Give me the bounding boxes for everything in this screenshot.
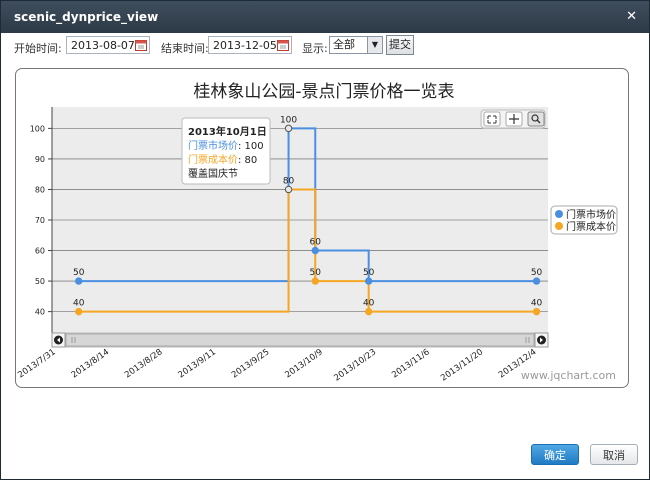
data-label: 80: [283, 176, 295, 186]
data-point[interactable]: [532, 307, 541, 316]
x-tick-label: 2013/10/9: [283, 347, 324, 380]
fit-to-screen-icon[interactable]: [483, 111, 501, 127]
data-label: 50: [531, 268, 543, 278]
data-point[interactable]: [284, 185, 293, 194]
tooltip-market-label: 门票市场价: [188, 139, 238, 152]
calendar-icon[interactable]: [277, 39, 289, 51]
chart-container: 桂林象山公园-景点门票价格一览表 40 50 60 70 80 90 100 50 100 60…: [15, 68, 629, 388]
y-tick-label: 90: [35, 155, 45, 164]
calendar-icon[interactable]: [135, 39, 147, 51]
y-tick-label: 50: [35, 277, 45, 286]
tooltip-title: 2013年10月1日: [188, 125, 267, 138]
end-date-label: 结束时间:: [161, 42, 209, 55]
y-tick-label: 40: [35, 308, 45, 317]
scroll-right-icon[interactable]: [534, 332, 549, 348]
data-label: 40: [531, 299, 543, 309]
end-date-field[interactable]: 2013-12-05: [208, 36, 292, 54]
tooltip-cost-value: : 80: [238, 155, 257, 166]
submit-button[interactable]: 提交: [386, 35, 414, 55]
y-tick-label: 60: [35, 247, 45, 256]
dialog-footer: 确定 取消: [1, 431, 649, 479]
legend-label-cost-price: 门票成本价: [566, 220, 616, 233]
data-point[interactable]: [364, 277, 373, 285]
data-label: 50: [363, 268, 375, 278]
x-tick-label: 2013/8/28: [123, 347, 164, 380]
data-label: 40: [363, 299, 375, 309]
svg-text:门票市场价: 100: 门票市场价: 100: [188, 139, 264, 152]
x-tick-label: 2013/7/31: [16, 347, 57, 380]
horizontal-scrollbar[interactable]: [51, 332, 549, 348]
end-date-value: 2013-12-05: [213, 39, 277, 52]
data-label: 40: [73, 299, 85, 309]
y-tick-label: 100: [30, 124, 45, 133]
x-tick-label: 2013/8/14: [70, 347, 111, 380]
data-point[interactable]: [364, 307, 373, 316]
start-date-label: 开始时间:: [14, 42, 62, 55]
data-point[interactable]: [311, 277, 319, 285]
display-select-value: 全部: [333, 38, 355, 51]
data-point[interactable]: [311, 246, 319, 255]
chart-legend: 门票市场价 门票成本价: [550, 205, 618, 235]
data-point[interactable]: [284, 124, 293, 133]
data-label: 100: [280, 115, 297, 125]
y-tick-label: 70: [35, 216, 45, 225]
data-label: 50: [310, 268, 322, 278]
cancel-button[interactable]: 取消: [590, 444, 638, 465]
start-date-value: 2013-08-07: [71, 39, 135, 52]
data-point[interactable]: [75, 307, 83, 316]
chart-tooltip: 2013年10月1日 门票市场价: 100 门票成本价: 80 覆盖国庆节: [181, 117, 271, 185]
chevron-down-icon[interactable]: ▼: [367, 37, 382, 53]
close-icon[interactable]: ✕: [626, 9, 637, 24]
tooltip-cost-label: 门票成本价: [188, 153, 238, 166]
data-point[interactable]: [75, 277, 83, 285]
tooltip-note: 覆盖国庆节: [188, 167, 238, 180]
svg-text:门票成本价: 80: 门票成本价: 80: [188, 153, 257, 166]
display-label: 显示:: [302, 42, 328, 55]
watermark: www.jqchart.com: [521, 369, 616, 382]
data-point[interactable]: [532, 277, 541, 285]
legend-label-market-price: 门票市场价: [566, 208, 616, 221]
price-chart: 桂林象山公园-景点门票价格一览表 40 50 60 70 80 90 100 50 100 60…: [16, 82, 618, 384]
zoom-toolbar: [480, 109, 546, 129]
zoom-icon[interactable]: [527, 111, 545, 127]
scroll-left-icon[interactable]: [51, 332, 66, 348]
data-label: 50: [73, 268, 85, 278]
filter-toolbar: 开始时间: 2013-08-07 结束时间: 2013-12-05 显示: 全部…: [1, 33, 649, 61]
title-bar: scenic_dynprice_view ✕: [1, 1, 649, 33]
start-date-field[interactable]: 2013-08-07: [66, 36, 150, 54]
ok-button[interactable]: 确定: [531, 444, 579, 465]
dialog-window: scenic_dynprice_view ✕ 开始时间: 2013-08-07 …: [0, 0, 650, 480]
x-tick-label: 2013/11/6: [390, 347, 431, 380]
chart-title: 桂林象山公园-景点门票价格一览表: [193, 82, 454, 102]
x-tick-label: 2013/10/23: [332, 347, 378, 383]
tooltip-market-value: : 100: [238, 141, 264, 152]
data-label: 60: [310, 238, 322, 248]
window-title: scenic_dynprice_view: [14, 10, 159, 24]
x-tick-label: 2013/11/20: [439, 347, 485, 383]
x-tick-label: 2013/9/11: [177, 347, 218, 380]
x-tick-label: 2013/9/25: [230, 347, 271, 380]
pan-icon[interactable]: [505, 111, 523, 127]
display-select[interactable]: 全部 ▼: [329, 36, 383, 54]
y-tick-label: 80: [35, 185, 45, 194]
